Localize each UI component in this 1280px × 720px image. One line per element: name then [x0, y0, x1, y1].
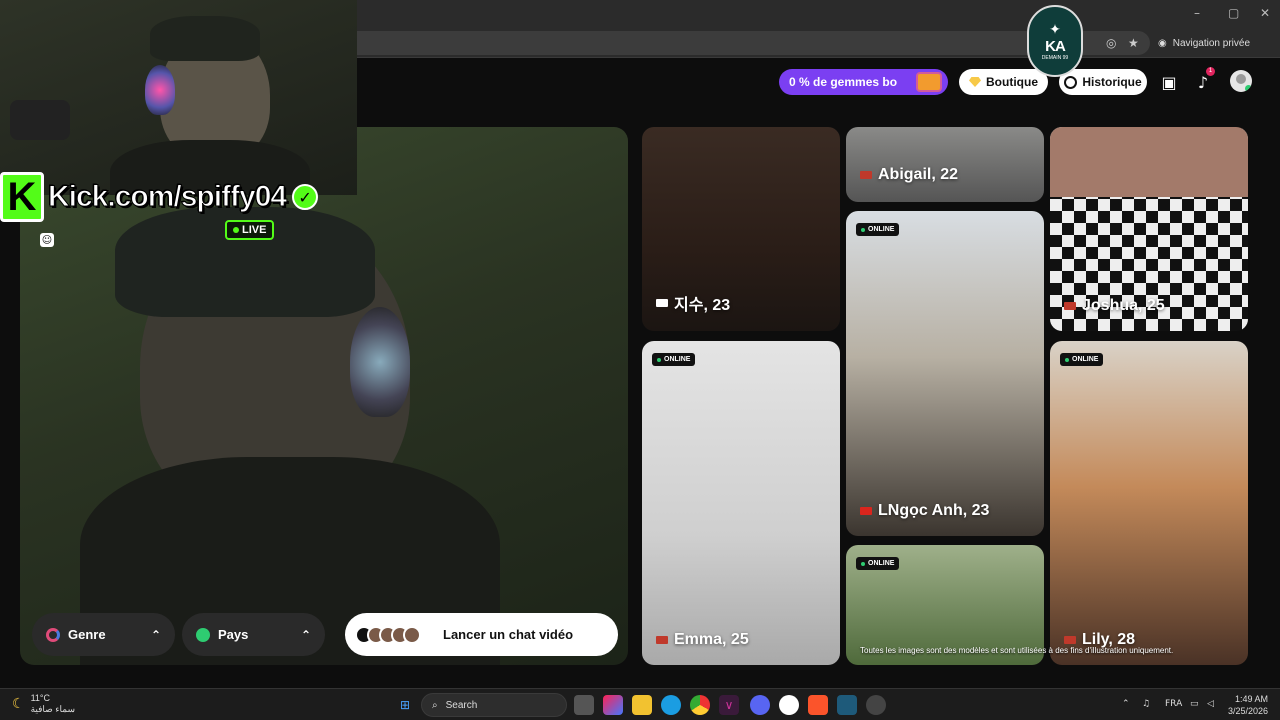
taskbar-search[interactable]: ⌕ Search — [421, 693, 567, 717]
flag-icon — [656, 299, 668, 307]
profile-name: Abigail, 22 — [860, 166, 958, 184]
chevron-up-icon: ⌃ — [150, 627, 161, 642]
star-icon[interactable]: ★ — [1128, 36, 1139, 50]
verified-check-icon: ✓ — [292, 184, 319, 210]
copilot-icon[interactable] — [603, 695, 623, 715]
private-navigation-indicator[interactable]: ◉ Navigation privée — [1158, 33, 1250, 53]
headphone-ear — [350, 307, 410, 417]
live-badge: LIVE — [225, 220, 275, 240]
logo-bird-icon: ✦ — [1049, 21, 1061, 38]
date: 3/25/2026 — [1228, 706, 1269, 716]
logo-subtext: DEMAIN 99 — [1041, 54, 1069, 61]
online-badge: ONLINE — [856, 557, 900, 570]
gems-label: 0 % de gemmes bo — [789, 75, 898, 89]
country-label: Pays — [218, 627, 249, 642]
maximize-button[interactable]: ▢ — [1228, 6, 1239, 20]
edge-icon[interactable] — [661, 695, 681, 715]
chevron-up-icon[interactable]: ⌃ — [1122, 699, 1130, 709]
live-dot-icon — [233, 227, 239, 233]
chrome-icon[interactable] — [690, 695, 710, 715]
clock-icon — [1064, 75, 1078, 89]
close-button[interactable]: ✕ — [1260, 6, 1270, 20]
history-button[interactable]: Historique — [1059, 69, 1147, 95]
file-explorer-icon[interactable] — [632, 695, 652, 715]
kick-channel-url: Kick.com/spiffy04 — [47, 180, 287, 214]
globe-icon — [196, 627, 210, 642]
chevron-up-icon: ⌃ — [300, 627, 311, 642]
temperature: 11°C — [30, 693, 51, 703]
moon-icon: ☾ — [12, 696, 25, 712]
notification-badge: 1 — [1206, 67, 1215, 76]
diamond-icon — [969, 77, 981, 87]
launch-video-chat-button[interactable]: Lancer un chat vidéo — [345, 613, 618, 656]
minimize-button[interactable]: – — [1194, 6, 1200, 20]
profile-card[interactable]: ONLINE Lily, 28 — [1050, 341, 1248, 665]
preview-faces — [355, 625, 421, 644]
app-circle-icon[interactable] — [779, 695, 799, 715]
online-badge: ONLINE — [1060, 353, 1104, 366]
flag-icon — [1064, 636, 1076, 644]
volume-icon[interactable]: ◁ — [1207, 699, 1214, 709]
streamer-overlay-cam — [0, 0, 357, 195]
online-dot — [1245, 85, 1252, 92]
flag-icon — [860, 507, 872, 515]
app-arrow-icon[interactable] — [837, 695, 857, 715]
history-label: Historique — [1082, 75, 1142, 89]
flag-icon — [1064, 302, 1076, 310]
brave-icon[interactable] — [808, 695, 828, 715]
eye-slash-icon[interactable]: ◎ — [1106, 36, 1116, 50]
overlay-headphone — [145, 65, 175, 115]
profile-card[interactable]: ONLINE Emma, 25 — [642, 341, 840, 665]
microphone-icon[interactable]: ♫ — [1142, 699, 1150, 709]
task-view-icon[interactable] — [574, 695, 594, 715]
obs-icon[interactable] — [866, 695, 886, 715]
profile-name: 지수, 23 — [656, 291, 730, 315]
logo-text: KA — [1045, 37, 1066, 55]
profile-card[interactable]: Abigail, 22 — [846, 127, 1044, 202]
gems-button[interactable]: 0 % de gemmes bo — [779, 69, 948, 95]
time: 1:49 AM — [1235, 694, 1269, 704]
avatar[interactable] — [1230, 70, 1252, 92]
profile-card[interactable]: Joshua, 25 — [1050, 127, 1248, 331]
gender-icon — [46, 627, 60, 642]
profile-name: Emma, 25 — [656, 631, 749, 649]
shop-button[interactable]: Boutique — [959, 69, 1048, 95]
online-badge: ONLINE — [652, 353, 696, 366]
shop-label: Boutique — [986, 75, 1038, 89]
flag-icon — [860, 171, 872, 179]
live-label: LIVE — [242, 224, 267, 236]
app-icon[interactable]: ∨ — [719, 695, 739, 715]
weather-text: سماء صافية — [30, 704, 76, 714]
network-icon[interactable]: ▭ — [1190, 699, 1199, 709]
genre-select[interactable]: Genre ⌃ — [32, 613, 175, 656]
taskbar-clock[interactable]: 1:49 AM 3/25/2026 — [1228, 693, 1268, 717]
online-badge: ONLINE — [856, 223, 900, 236]
disclaimer-text: Toutes les images sont des modèles et so… — [860, 646, 1174, 655]
profile-card[interactable]: 지수, 23 — [642, 127, 840, 331]
profile-name: LNgọc Anh, 23 — [860, 502, 989, 520]
windows-taskbar: ☾ 11°C سماء صافية ⊞ ⌕ Search ∨ ⌃ ♫ FRA ▭… — [0, 688, 1280, 720]
search-icon: ⌕ — [432, 699, 438, 711]
treasure-chest-icon — [916, 72, 942, 92]
private-navigation-label: Navigation privée — [1172, 37, 1250, 49]
profile-name: Joshua, 25 — [1064, 297, 1165, 315]
language-indicator[interactable]: FRA — [1165, 699, 1182, 709]
launch-label: Lancer un chat vidéo — [443, 627, 574, 642]
flag-icon — [656, 636, 668, 644]
country-select[interactable]: Pays ⌃ — [182, 613, 325, 656]
genre-label: Genre — [68, 627, 106, 642]
windows-start-icon[interactable]: ⊞ — [395, 695, 415, 715]
profile-card[interactable]: ONLINE LNgọc Anh, 23 — [846, 211, 1044, 536]
kick-logo: K — [0, 172, 44, 222]
archive-icon[interactable]: ▣ — [1158, 71, 1180, 93]
streamer-logo: ✦ KA DEMAIN 99 — [1027, 5, 1083, 77]
incognito-icon: ◉ — [1158, 37, 1167, 49]
microphone-arm — [10, 100, 70, 140]
discord-icon[interactable] — [750, 695, 770, 715]
weather-widget[interactable]: ☾ 11°C سماء صافية — [12, 693, 75, 715]
smile-icon[interactable]: ☺ — [40, 233, 54, 247]
search-label: Search — [445, 699, 478, 711]
kick-banner: K Kick.com/spiffy04 ✓ — [0, 172, 319, 222]
overlay-person-cap — [150, 16, 260, 61]
